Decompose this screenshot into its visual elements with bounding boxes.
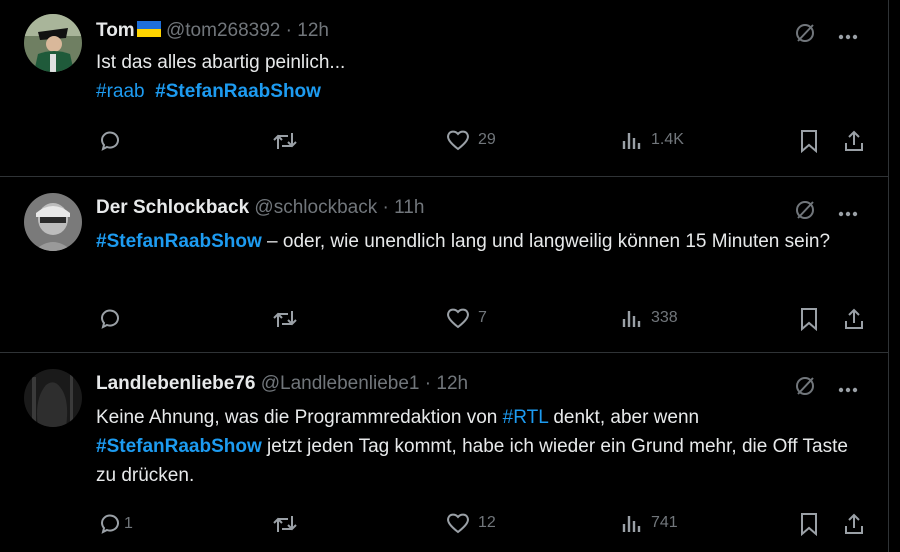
- retweet-button[interactable]: [272, 129, 298, 153]
- tweet-header: Tom @tom268392 · 12h: [96, 20, 329, 42]
- reply-icon: [100, 309, 119, 329]
- hashtag-link[interactable]: #RTL: [503, 407, 548, 428]
- share-icon: [845, 308, 863, 329]
- more-icon[interactable]: [838, 27, 858, 45]
- retweet-button[interactable]: [272, 512, 298, 536]
- tweet[interactable]: Tom @tom268392 · 12h Ist das alles abart…: [0, 0, 888, 177]
- like-count: 7: [478, 309, 487, 326]
- avatar[interactable]: [24, 193, 82, 251]
- tweet-header: Landlebenliebe76 @Landlebenliebe1 · 12h: [96, 373, 468, 395]
- tweet-text: Ist das alles abartig peinlich... #raab …: [96, 48, 856, 106]
- retweet-button[interactable]: [272, 307, 298, 331]
- tweet-header: Der Schlockback @schlockback · 11h: [96, 197, 424, 219]
- views-icon: [622, 133, 641, 149]
- column-border: [888, 0, 889, 552]
- separator: ·: [280, 20, 298, 41]
- reply-icon: [100, 131, 119, 151]
- like-count: 12: [478, 514, 496, 531]
- tweet-top-icons: [794, 22, 858, 49]
- retweet-icon: [273, 311, 297, 327]
- share-button[interactable]: [843, 307, 865, 331]
- tweet[interactable]: Landlebenliebe76 @Landlebenliebe1 · 12h …: [0, 353, 888, 552]
- like-button[interactable]: 7: [446, 307, 487, 329]
- share-icon: [845, 130, 863, 151]
- bookmark-icon: [801, 513, 817, 536]
- bookmark-icon: [801, 308, 817, 331]
- views-button[interactable]: 741: [621, 512, 678, 534]
- display-name[interactable]: Tom: [96, 20, 135, 41]
- tweet[interactable]: Der Schlockback @schlockback · 11h #Stef…: [0, 177, 888, 353]
- like-count: 29: [478, 131, 496, 148]
- hashtag-link[interactable]: #StefanRaabShow: [155, 81, 321, 102]
- views-count: 741: [651, 514, 678, 531]
- like-button[interactable]: 29: [446, 129, 496, 151]
- hashtag-link[interactable]: #raab: [96, 81, 145, 102]
- reply-count: 1: [124, 515, 133, 532]
- avatar[interactable]: [24, 369, 82, 427]
- bookmark-button[interactable]: [799, 512, 819, 536]
- reply-button[interactable]: [98, 129, 130, 153]
- share-icon: [845, 513, 863, 534]
- tweet-text-line: – oder, wie unendlich lang und langweili…: [261, 231, 831, 252]
- views-count: 338: [651, 309, 678, 326]
- like-button[interactable]: 12: [446, 512, 496, 534]
- tweet-actions: 7 338: [0, 307, 888, 333]
- tweet-text-line: Ist das alles abartig peinlich...: [96, 52, 346, 73]
- timeline-feed: Tom @tom268392 · 12h Ist das alles abart…: [0, 0, 888, 552]
- separator: ·: [419, 373, 437, 394]
- timestamp[interactable]: 12h: [436, 373, 468, 394]
- display-name[interactable]: Der Schlockback: [96, 197, 249, 218]
- more-icon[interactable]: [838, 204, 858, 222]
- views-icon: [622, 311, 641, 327]
- views-count: 1.4K: [651, 131, 684, 148]
- bookmark-button[interactable]: [799, 307, 819, 331]
- tweet-actions: 29 1.4K: [0, 129, 888, 155]
- share-button[interactable]: [843, 512, 865, 536]
- grok-icon[interactable]: [794, 199, 816, 226]
- tweet-top-icons: [794, 375, 858, 402]
- like-icon: [447, 513, 469, 534]
- like-icon: [447, 130, 469, 151]
- user-handle[interactable]: @schlockback: [254, 197, 377, 218]
- like-icon: [447, 308, 469, 329]
- reply-button[interactable]: 1: [98, 512, 133, 536]
- reply-button[interactable]: [98, 307, 130, 331]
- retweet-icon: [273, 133, 297, 149]
- hashtag-link[interactable]: #StefanRaabShow: [96, 436, 262, 457]
- tweet-text: Keine Ahnung, was die Programmredaktion …: [96, 403, 856, 490]
- tweet-text: #StefanRaabShow – oder, wie unendlich la…: [96, 227, 856, 256]
- reply-icon: [100, 514, 119, 534]
- views-button[interactable]: 338: [621, 307, 678, 329]
- tweet-top-icons: [794, 199, 858, 226]
- grok-icon[interactable]: [794, 22, 816, 49]
- grok-icon[interactable]: [794, 375, 816, 402]
- bookmark-button[interactable]: [799, 129, 819, 153]
- separator: ·: [377, 197, 395, 218]
- share-button[interactable]: [843, 129, 865, 153]
- timestamp[interactable]: 11h: [394, 197, 424, 218]
- views-button[interactable]: 1.4K: [621, 129, 684, 151]
- display-name[interactable]: Landlebenliebe76: [96, 373, 255, 394]
- ukraine-flag-icon: [136, 21, 161, 37]
- retweet-icon: [273, 516, 297, 532]
- hashtag-link[interactable]: #StefanRaabShow: [96, 231, 262, 252]
- timestamp[interactable]: 12h: [297, 20, 329, 41]
- avatar[interactable]: [24, 14, 82, 72]
- tweet-text-line: Keine Ahnung, was die Programmredaktion …: [96, 407, 503, 428]
- user-handle[interactable]: @Landlebenliebe1: [261, 373, 420, 394]
- more-icon[interactable]: [838, 380, 858, 398]
- tweet-text-line: denkt, aber wenn: [548, 407, 700, 428]
- user-handle[interactable]: @tom268392: [166, 20, 280, 41]
- views-icon: [622, 516, 641, 532]
- tweet-actions: 1 12 741: [0, 512, 888, 538]
- bookmark-icon: [801, 130, 817, 153]
